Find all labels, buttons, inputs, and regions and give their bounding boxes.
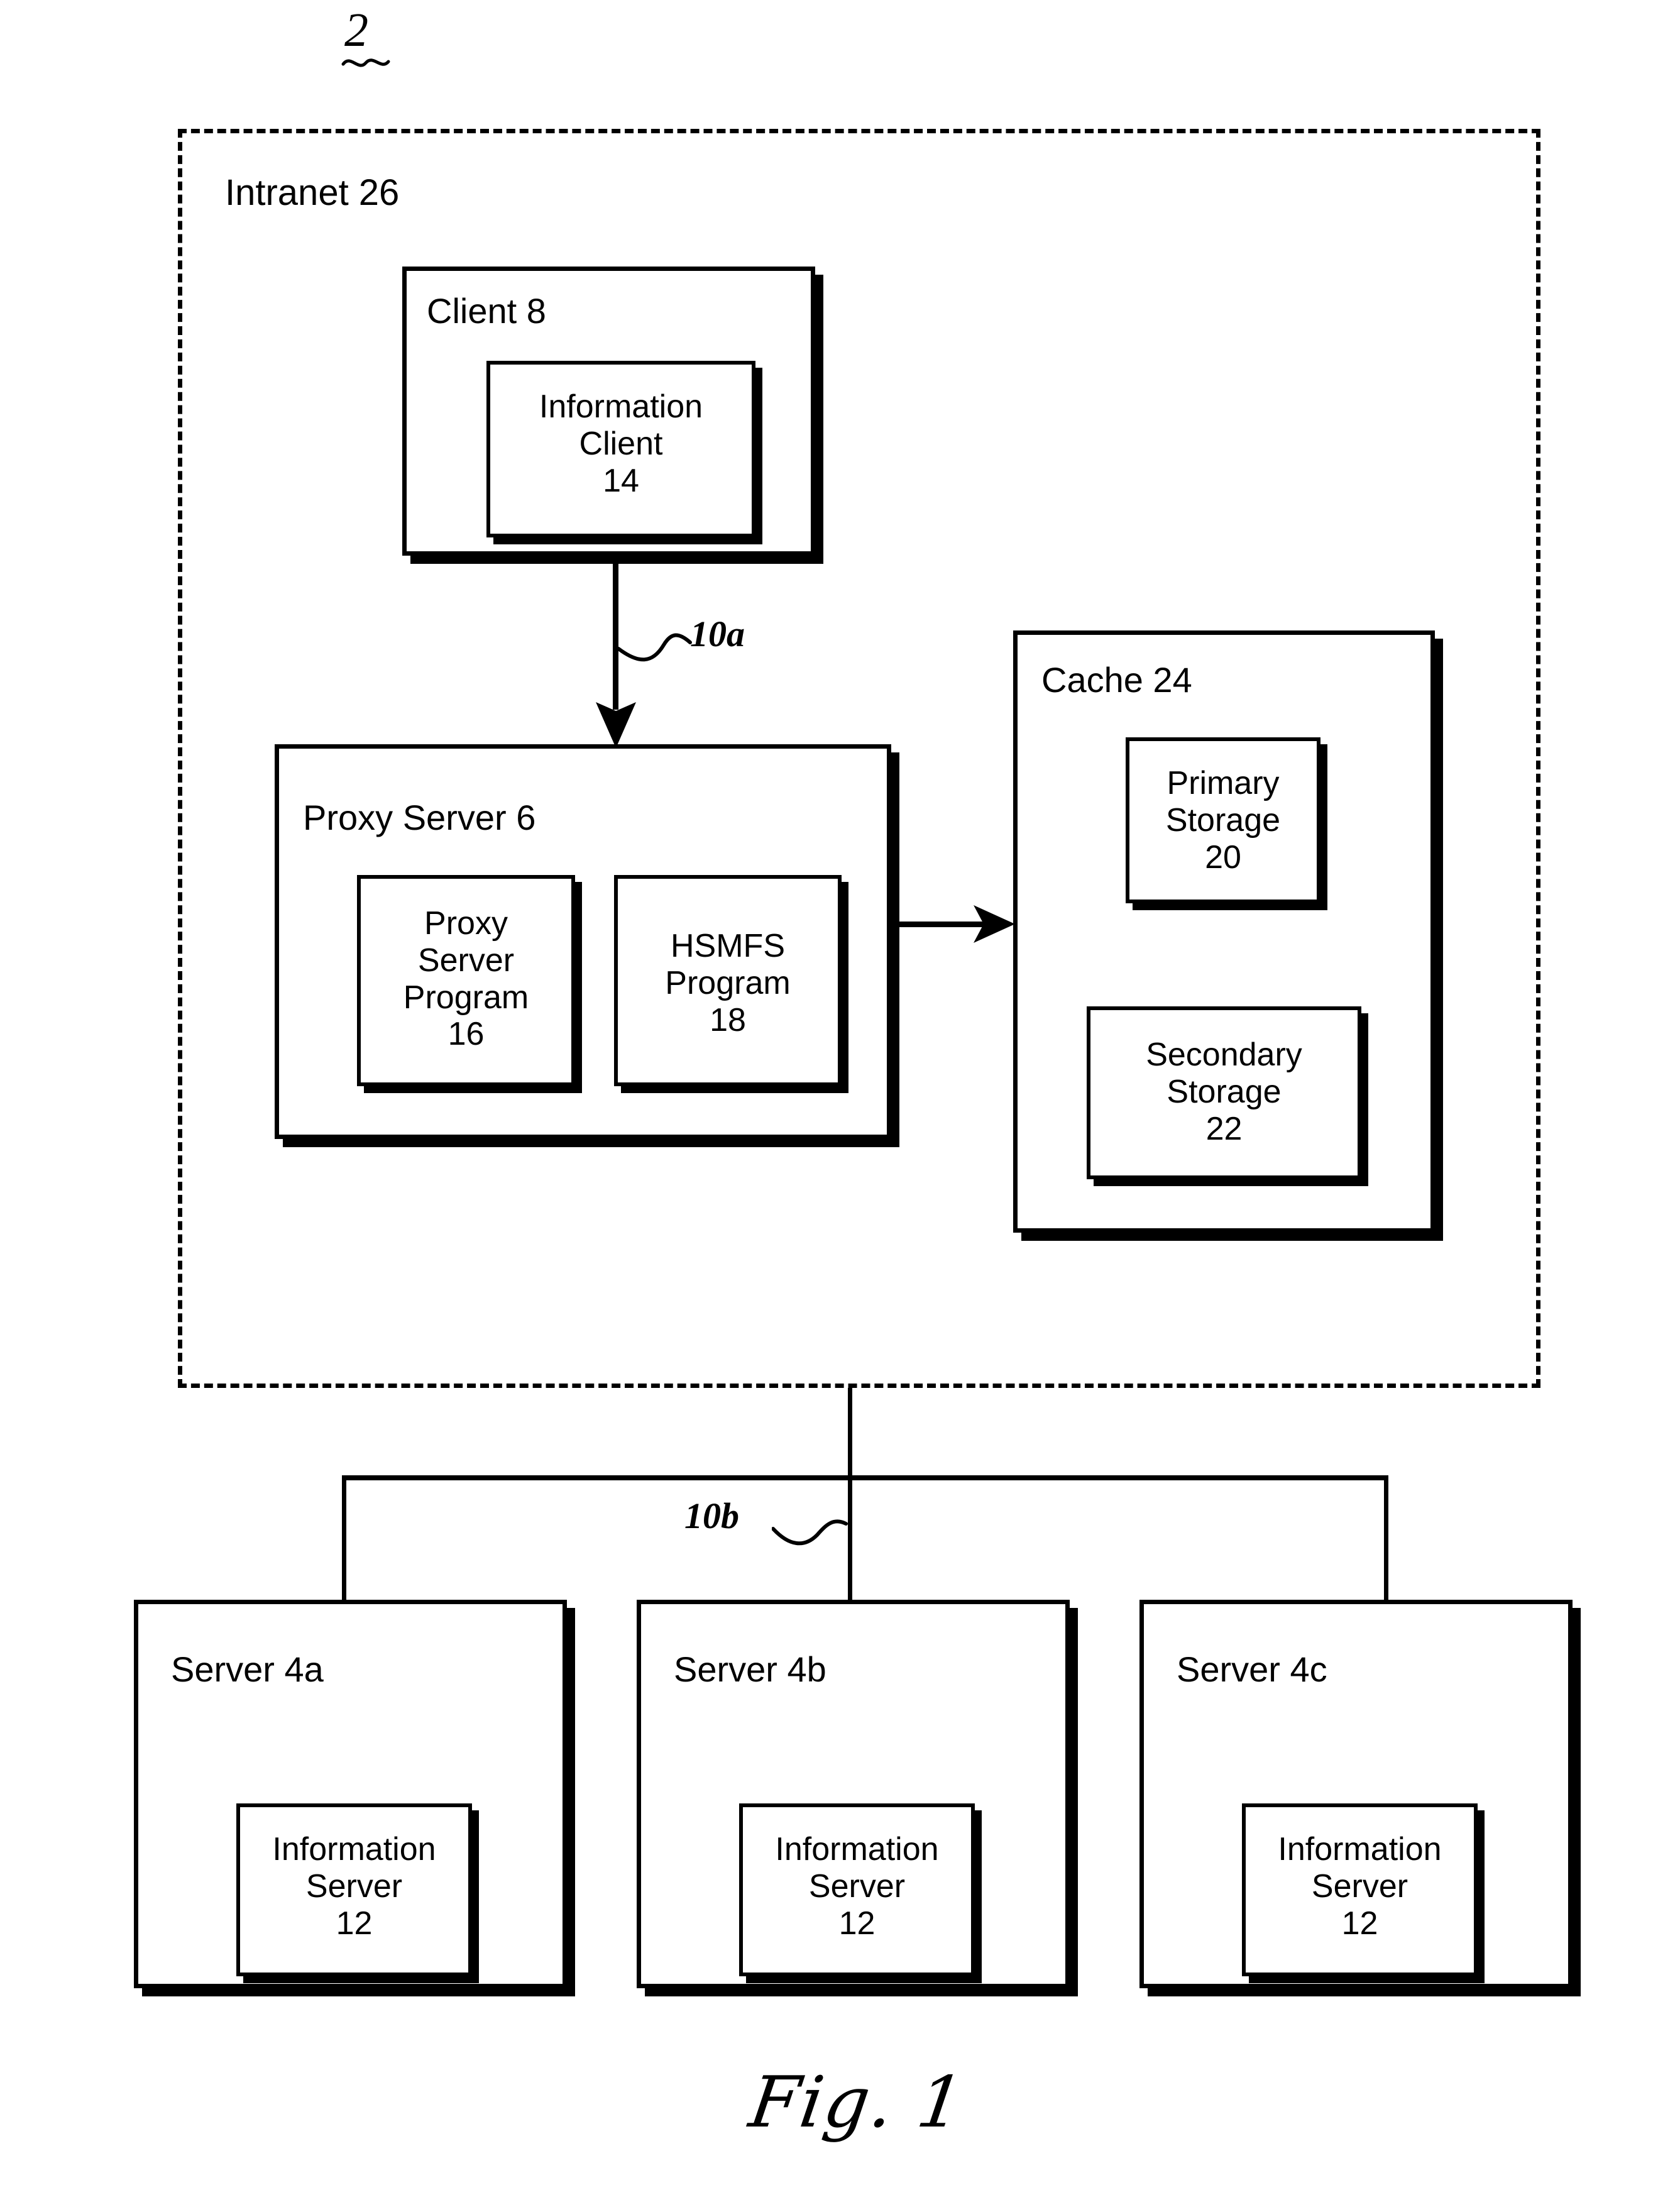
server-4a-title: Server 4a [171,1649,324,1689]
server-4b-title: Server 4b [674,1649,826,1689]
cache-title: Cache 24 [1041,660,1192,700]
information-server-4c-label: Information Server 12 [1278,1831,1442,1942]
information-server-4b-box[interactable]: Information Server 12 [739,1803,975,1976]
proxy-server-program-label: Proxy Server Program 16 [403,905,529,1053]
hsmfs-program-label: HSMFS Program 18 [665,928,791,1038]
information-server-4a-label: Information Server 12 [272,1831,436,1942]
network-bus-line [342,1475,1388,1480]
callout-10b-label: 10b [684,1495,739,1536]
server-4c-title: Server 4c [1177,1649,1327,1689]
information-client-label: Information Client 14 [539,388,703,499]
callout-leader-10b-icon [772,1519,848,1546]
patent-figure-page: 2 Intranet 26 Client 8 Information Clien… [0,0,1680,2212]
information-client-box[interactable]: Information Client 14 [486,361,755,537]
proxy-server-program-box[interactable]: Proxy Server Program 16 [357,875,575,1086]
bus-drop-server-4a [342,1475,346,1600]
proxy-server-title: Proxy Server 6 [303,798,536,837]
secondary-storage-label: Secondary Storage 22 [1146,1037,1302,1147]
figure-caption: Fig. 1 [744,2062,970,2143]
primary-storage-label: Primary Storage 20 [1165,765,1281,876]
information-server-4a-box[interactable]: Information Server 12 [236,1803,472,1976]
figure-reference-numeral: 2 [344,4,368,57]
primary-storage-box[interactable]: Primary Storage 20 [1126,737,1320,903]
callout-10a-label: 10a [690,614,745,654]
secondary-storage-box[interactable]: Secondary Storage 22 [1087,1006,1361,1179]
intranet-label: Intranet 26 [225,172,400,213]
client-to-proxy-arrowhead-icon [596,702,636,748]
reference-numeral-squiggle-icon [341,58,390,67]
bus-drop-server-4b [848,1388,852,1600]
bus-drop-server-4c [1384,1475,1388,1600]
proxy-to-cache-arrowhead-icon [974,905,1015,943]
information-server-4b-label: Information Server 12 [775,1831,939,1942]
information-server-4c-box[interactable]: Information Server 12 [1242,1803,1478,1976]
client-title: Client 8 [427,291,546,331]
hsmfs-program-box[interactable]: HSMFS Program 18 [614,875,842,1086]
